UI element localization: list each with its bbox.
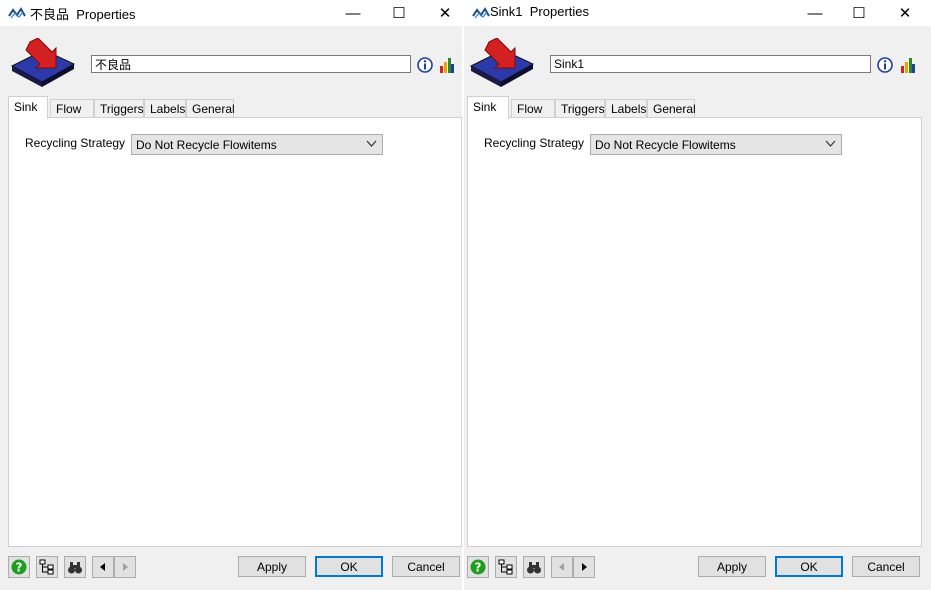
window-body: Sink Flow Triggers Labels General Recycl… [0,26,462,590]
back-arrow-icon [100,563,105,571]
maximize-button[interactable]: ☐ [836,0,882,26]
properties-window-right: Sink1 Properties — ☐ ✕ Sink Flow Trigger… [464,0,931,590]
tree-view-button[interactable] [36,556,58,578]
minimize-button[interactable]: — [792,0,838,26]
svg-text:?: ? [475,561,482,575]
window-title: Sink1 Properties [490,4,590,19]
tab-labels[interactable]: Labels [605,99,647,117]
tab-flow[interactable]: Flow [511,99,555,117]
tree-icon [39,559,54,575]
svg-text:?: ? [16,561,23,575]
maximize-button[interactable]: ☐ [376,0,422,26]
tree-view-button[interactable] [495,556,517,578]
forward-arrow-icon [123,563,128,571]
tab-general[interactable]: General [647,99,696,117]
ok-button[interactable]: OK [315,556,383,577]
apply-button[interactable]: Apply [698,556,766,577]
app-icon [472,7,490,19]
tree-icon [498,559,513,575]
sink-tab-panel: Recycling Strategy Do Not Recycle Flowit… [8,117,462,547]
chevron-down-icon [825,140,836,147]
minimize-button[interactable]: — [330,0,376,26]
previous-button[interactable] [92,556,114,578]
find-icon [68,562,82,574]
recycling-strategy-label: Recycling Strategy [25,136,126,150]
statistics-icon[interactable] [900,56,916,74]
help-button[interactable]: ? [467,556,489,578]
help-icon: ? [11,559,27,575]
bottom-toolbar: ? Apply OK Cancel [0,554,462,580]
title-bar[interactable]: 不良品 Properties — ☐ ✕ [0,0,462,26]
tab-flow[interactable]: Flow [50,99,94,117]
tab-triggers[interactable]: Triggers [94,99,144,117]
tab-general[interactable]: General [186,99,235,117]
object-name-input[interactable] [550,55,871,73]
app-icon [8,7,26,19]
tab-labels[interactable]: Labels [144,99,186,117]
window-body: Sink Flow Triggers Labels General Recycl… [464,26,931,590]
forward-arrow-icon [582,563,587,571]
chevron-down-icon [366,140,377,147]
info-icon[interactable] [877,57,893,73]
sink-object-icon [469,38,535,87]
title-bar[interactable]: Sink1 Properties — ☐ ✕ [464,0,931,26]
previous-button[interactable] [551,556,573,578]
close-button[interactable]: ✕ [882,0,928,26]
next-button[interactable] [114,556,136,578]
apply-button[interactable]: Apply [238,556,306,577]
back-arrow-icon [559,563,564,571]
find-button[interactable] [523,556,545,578]
window-title: 不良品 Properties [30,7,136,22]
object-name-input[interactable] [91,55,411,73]
tab-sink[interactable]: Sink [467,96,509,119]
bottom-toolbar: ? Apply OK Cancel [464,554,931,580]
next-button[interactable] [573,556,595,578]
help-icon: ? [470,559,486,575]
recycling-strategy-select[interactable]: Do Not Recycle Flowitems [131,134,383,155]
find-icon [527,562,541,574]
recycling-strategy-value: Do Not Recycle Flowitems [136,138,277,152]
recycling-strategy-select[interactable]: Do Not Recycle Flowitems [590,134,842,155]
properties-window-left: 不良品 Properties — ☐ ✕ Sink Flow Triggers [0,0,462,590]
recycling-strategy-value: Do Not Recycle Flowitems [595,138,736,152]
tab-strip: Sink Flow Triggers Labels General [467,96,922,119]
tab-triggers[interactable]: Triggers [555,99,605,117]
tab-strip: Sink Flow Triggers Labels General [8,96,458,119]
cancel-button[interactable]: Cancel [852,556,920,577]
sink-object-icon [10,38,76,87]
close-button[interactable]: ✕ [422,0,468,26]
sink-tab-panel: Recycling Strategy Do Not Recycle Flowit… [467,117,922,547]
recycling-strategy-label: Recycling Strategy [484,136,585,150]
ok-button[interactable]: OK [775,556,843,577]
info-icon[interactable] [417,57,433,73]
tab-sink[interactable]: Sink [8,96,48,119]
cancel-button[interactable]: Cancel [392,556,460,577]
find-button[interactable] [64,556,86,578]
statistics-icon[interactable] [439,56,455,74]
help-button[interactable]: ? [8,556,30,578]
